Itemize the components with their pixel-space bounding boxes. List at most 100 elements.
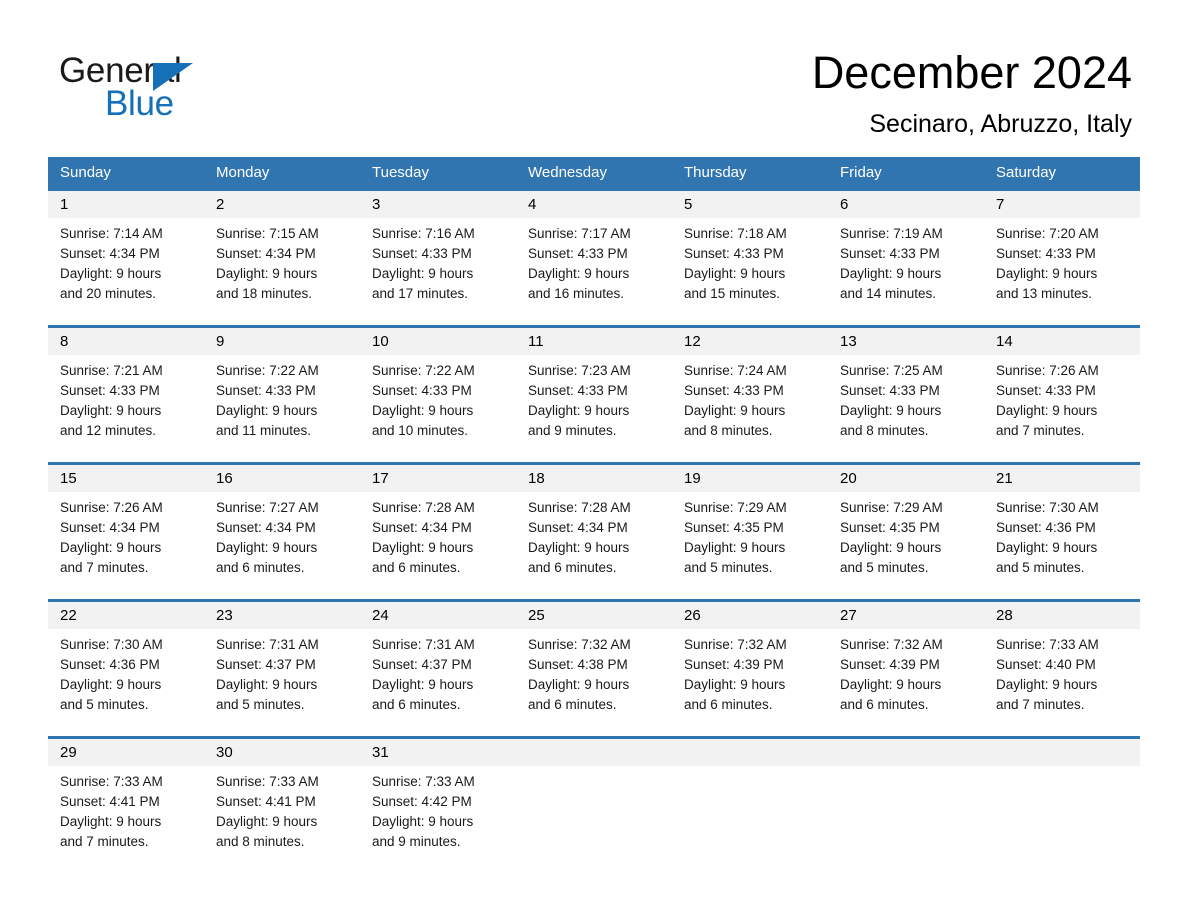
page-title: December 2024 (811, 47, 1132, 98)
day-cell[interactable]: Sunrise: 7:15 AM Sunset: 4:34 PM Dayligh… (204, 218, 360, 325)
sunset-text: Sunset: 4:39 PM (840, 657, 940, 672)
day-number[interactable]: 27 (828, 602, 984, 629)
day-number[interactable]: 9 (204, 328, 360, 355)
day-number[interactable]: 2 (204, 191, 360, 218)
day-cell[interactable]: Sunrise: 7:33 AM Sunset: 4:41 PM Dayligh… (204, 766, 360, 873)
day-cell[interactable]: Sunrise: 7:22 AM Sunset: 4:33 PM Dayligh… (360, 355, 516, 462)
day-cell[interactable]: Sunrise: 7:21 AM Sunset: 4:33 PM Dayligh… (48, 355, 204, 462)
day-cell[interactable]: Sunrise: 7:20 AM Sunset: 4:33 PM Dayligh… (984, 218, 1140, 325)
day-number[interactable]: 22 (48, 602, 204, 629)
day-cell[interactable]: Sunrise: 7:28 AM Sunset: 4:34 PM Dayligh… (516, 492, 672, 599)
daylight-text-line1: Daylight: 9 hours (372, 266, 474, 281)
day-cell[interactable]: Sunrise: 7:27 AM Sunset: 4:34 PM Dayligh… (204, 492, 360, 599)
day-cell[interactable]: Sunrise: 7:31 AM Sunset: 4:37 PM Dayligh… (204, 629, 360, 736)
day-cell[interactable]: Sunrise: 7:16 AM Sunset: 4:33 PM Dayligh… (360, 218, 516, 325)
day-number[interactable]: 20 (828, 465, 984, 492)
weekday-header-tuesday: Tuesday (372, 164, 429, 181)
day-number[interactable]: 24 (360, 602, 516, 629)
sunset-text: Sunset: 4:33 PM (372, 246, 472, 261)
sunrise-text: Sunrise: 7:16 AM (372, 226, 475, 241)
day-number[interactable]: 21 (984, 465, 1140, 492)
day-number-empty (516, 739, 672, 766)
daylight-text-line2: and 5 minutes. (684, 560, 773, 575)
day-number[interactable]: 19 (672, 465, 828, 492)
general-blue-logo[interactable]: General Blue (59, 52, 359, 123)
day-cell[interactable]: Sunrise: 7:29 AM Sunset: 4:35 PM Dayligh… (828, 492, 984, 599)
day-number[interactable]: 26 (672, 602, 828, 629)
day-cell[interactable]: Sunrise: 7:18 AM Sunset: 4:33 PM Dayligh… (672, 218, 828, 325)
day-number[interactable]: 30 (204, 739, 360, 766)
day-number[interactable]: 10 (360, 328, 516, 355)
day-number[interactable]: 8 (48, 328, 204, 355)
day-number[interactable]: 25 (516, 602, 672, 629)
day-number[interactable]: 11 (516, 328, 672, 355)
day-detail-band: Sunrise: 7:30 AM Sunset: 4:36 PM Dayligh… (48, 629, 1140, 736)
daylight-text-line1: Daylight: 9 hours (840, 266, 942, 281)
day-cell[interactable]: Sunrise: 7:26 AM Sunset: 4:34 PM Dayligh… (48, 492, 204, 599)
day-number[interactable]: 15 (48, 465, 204, 492)
daylight-text-line2: and 13 minutes. (996, 286, 1093, 301)
day-number[interactable]: 31 (360, 739, 516, 766)
day-number[interactable]: 13 (828, 328, 984, 355)
day-number[interactable]: 1 (48, 191, 204, 218)
daylight-text-line2: and 16 minutes. (528, 286, 625, 301)
day-number[interactable]: 14 (984, 328, 1140, 355)
daylight-text-line1: Daylight: 9 hours (996, 677, 1098, 692)
day-number[interactable]: 3 (360, 191, 516, 218)
day-cell[interactable]: Sunrise: 7:26 AM Sunset: 4:33 PM Dayligh… (984, 355, 1140, 462)
day-number[interactable]: 7 (984, 191, 1140, 218)
sunset-text: Sunset: 4:33 PM (684, 246, 784, 261)
daylight-text-line2: and 6 minutes. (372, 560, 461, 575)
daylight-text-line2: and 14 minutes. (840, 286, 937, 301)
day-cell[interactable]: Sunrise: 7:14 AM Sunset: 4:34 PM Dayligh… (48, 218, 204, 325)
day-cell[interactable]: Sunrise: 7:19 AM Sunset: 4:33 PM Dayligh… (828, 218, 984, 325)
day-number[interactable]: 4 (516, 191, 672, 218)
day-number[interactable]: 16 (204, 465, 360, 492)
day-number[interactable]: 17 (360, 465, 516, 492)
day-cell[interactable]: Sunrise: 7:29 AM Sunset: 4:35 PM Dayligh… (672, 492, 828, 599)
sunrise-text: Sunrise: 7:31 AM (216, 637, 319, 652)
day-number[interactable]: 23 (204, 602, 360, 629)
day-cell[interactable]: Sunrise: 7:17 AM Sunset: 4:33 PM Dayligh… (516, 218, 672, 325)
sunset-text: Sunset: 4:35 PM (684, 520, 784, 535)
day-number[interactable]: 12 (672, 328, 828, 355)
sunrise-text: Sunrise: 7:31 AM (372, 637, 475, 652)
sunset-text: Sunset: 4:35 PM (840, 520, 940, 535)
day-cell[interactable]: Sunrise: 7:24 AM Sunset: 4:33 PM Dayligh… (672, 355, 828, 462)
daylight-text-line1: Daylight: 9 hours (684, 540, 786, 555)
daylight-text-line1: Daylight: 9 hours (216, 677, 318, 692)
day-number[interactable]: 6 (828, 191, 984, 218)
day-number-empty (984, 739, 1140, 766)
daylight-text-line2: and 6 minutes. (840, 697, 929, 712)
day-cell[interactable]: Sunrise: 7:32 AM Sunset: 4:38 PM Dayligh… (516, 629, 672, 736)
day-cell[interactable]: Sunrise: 7:33 AM Sunset: 4:42 PM Dayligh… (360, 766, 516, 873)
day-detail-band: Sunrise: 7:33 AM Sunset: 4:41 PM Dayligh… (48, 766, 1140, 873)
day-cell-empty (828, 766, 984, 873)
day-cell[interactable]: Sunrise: 7:33 AM Sunset: 4:41 PM Dayligh… (48, 766, 204, 873)
daylight-text-line2: and 7 minutes. (996, 423, 1085, 438)
sunrise-text: Sunrise: 7:20 AM (996, 226, 1099, 241)
sunrise-text: Sunrise: 7:28 AM (372, 500, 475, 515)
daylight-text-line1: Daylight: 9 hours (216, 540, 318, 555)
day-cell[interactable]: Sunrise: 7:32 AM Sunset: 4:39 PM Dayligh… (672, 629, 828, 736)
day-number[interactable]: 29 (48, 739, 204, 766)
day-number[interactable]: 18 (516, 465, 672, 492)
day-detail-band: Sunrise: 7:26 AM Sunset: 4:34 PM Dayligh… (48, 492, 1140, 599)
day-number[interactable]: 28 (984, 602, 1140, 629)
day-cell[interactable]: Sunrise: 7:28 AM Sunset: 4:34 PM Dayligh… (360, 492, 516, 599)
daylight-text-line1: Daylight: 9 hours (996, 266, 1098, 281)
day-cell[interactable]: Sunrise: 7:23 AM Sunset: 4:33 PM Dayligh… (516, 355, 672, 462)
sunset-text: Sunset: 4:34 PM (372, 520, 472, 535)
calendar-page: General Blue December 2024 Secinaro, Abr… (0, 0, 1188, 918)
day-cell[interactable]: Sunrise: 7:25 AM Sunset: 4:33 PM Dayligh… (828, 355, 984, 462)
day-cell[interactable]: Sunrise: 7:30 AM Sunset: 4:36 PM Dayligh… (48, 629, 204, 736)
sunrise-text: Sunrise: 7:25 AM (840, 363, 943, 378)
day-cell[interactable]: Sunrise: 7:31 AM Sunset: 4:37 PM Dayligh… (360, 629, 516, 736)
day-number[interactable]: 5 (672, 191, 828, 218)
day-cell[interactable]: Sunrise: 7:33 AM Sunset: 4:40 PM Dayligh… (984, 629, 1140, 736)
daylight-text-line1: Daylight: 9 hours (216, 814, 318, 829)
daylight-text-line1: Daylight: 9 hours (372, 677, 474, 692)
day-cell[interactable]: Sunrise: 7:22 AM Sunset: 4:33 PM Dayligh… (204, 355, 360, 462)
day-cell[interactable]: Sunrise: 7:32 AM Sunset: 4:39 PM Dayligh… (828, 629, 984, 736)
day-cell[interactable]: Sunrise: 7:30 AM Sunset: 4:36 PM Dayligh… (984, 492, 1140, 599)
